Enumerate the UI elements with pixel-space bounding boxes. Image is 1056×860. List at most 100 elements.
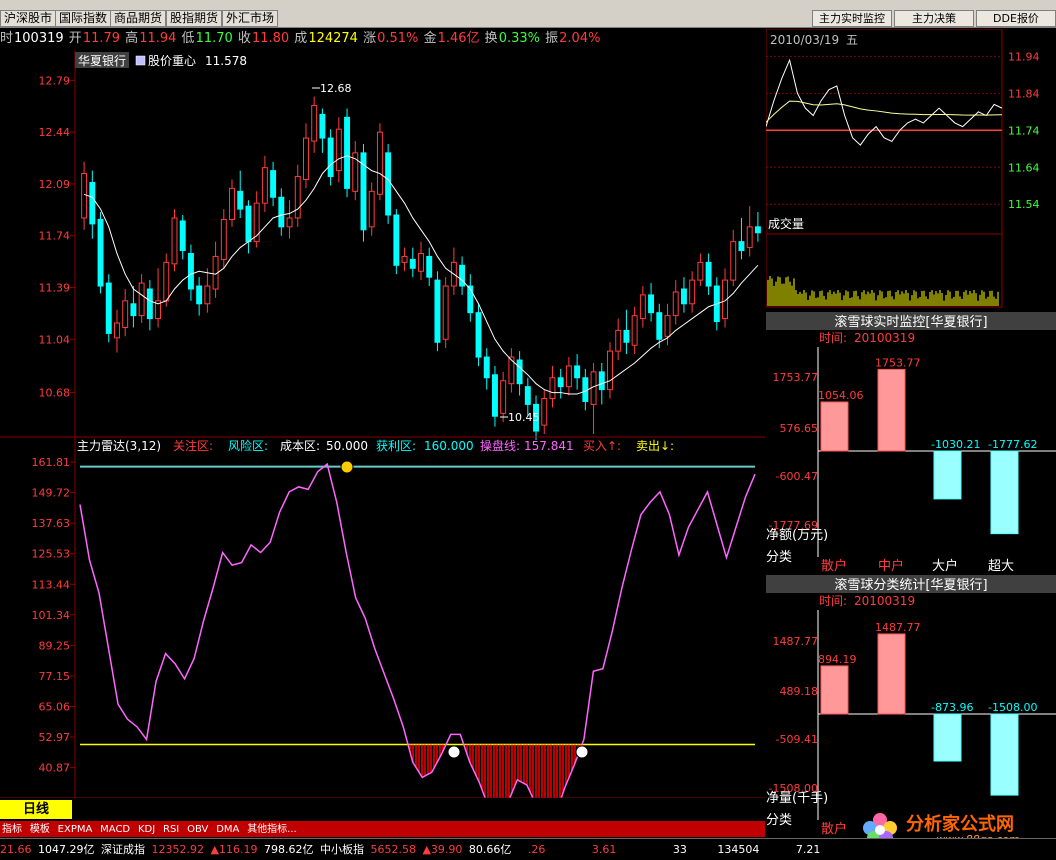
tab-commodity-futures[interactable]: 商品期货 <box>110 10 167 27</box>
change-value: 0.51% <box>377 31 419 46</box>
candle-body <box>459 264 466 287</box>
tab-intl-index[interactable]: 国际指数 <box>55 10 112 27</box>
tab-expma[interactable]: EXPMA <box>56 822 95 838</box>
tab-kdj[interactable]: KDJ <box>136 822 157 838</box>
radar-tick-label: 89.25 <box>39 639 71 652</box>
sme-index-value: 5652.58 <box>370 843 416 856</box>
bar-tick-label: 489.18 <box>780 685 819 698</box>
flow-bar-label: -873.96 <box>931 701 973 714</box>
sz-index-amount: 798.62亿 <box>263 843 314 856</box>
chart-grid <box>70 50 76 798</box>
intraday-avg-line <box>766 100 1003 123</box>
sme-index-name: 中小板指 <box>319 843 364 856</box>
tab-template[interactable]: 模板 <box>28 822 52 838</box>
high-marker-label: 12.68 <box>320 82 352 95</box>
sme-index-amount: 80.66亿 <box>468 843 512 856</box>
candle-body <box>261 167 268 204</box>
price-tick-label: 11.74 <box>39 230 71 243</box>
monitor-categories: 散户 中户 大户 超大 <box>821 558 1014 574</box>
stats-time-label: 时间: <box>819 594 847 608</box>
intraday-volume-bars <box>767 276 999 306</box>
sme-index-change: ▲39.90 <box>422 843 463 856</box>
candle-body <box>746 226 753 249</box>
indicator-tab-bar: 指标 模板 EXPMA MACD KDJ RSI OBV DMA 其他指标... <box>0 821 765 837</box>
candle-body <box>196 285 203 305</box>
intraday-grid <box>766 55 1002 235</box>
monitor-net-label: 净额(万元) <box>766 528 828 543</box>
center-gravity-icon <box>135 55 146 66</box>
radar-tick-label: 101.34 <box>32 609 71 622</box>
flow-bar <box>820 665 849 715</box>
main-chart-header: 华夏银行 股价重心 11.578 <box>75 52 247 68</box>
candle-body <box>105 282 112 334</box>
candle-body <box>557 377 564 388</box>
radar-tick-label: 137.63 <box>32 517 71 530</box>
radar-title: 主力雷达(3,12) <box>77 439 161 453</box>
status-field-1: .26 <box>527 843 546 856</box>
tab-daily[interactable]: 日线 <box>0 800 72 819</box>
price-tick-label: 12.44 <box>39 126 71 139</box>
open-value: 11.79 <box>82 31 121 46</box>
tab-dma[interactable]: DMA <box>214 822 241 838</box>
market-menu-bar: 沪深股市 国际指数 商品期货 股指期货 外汇市场 主力实时监控 主力决策 DDE… <box>0 9 1056 28</box>
amplitude-value: 2.04% <box>559 31 601 46</box>
radar-tick-label: 149.72 <box>32 487 71 500</box>
logo-text: 分析家公式网 <box>906 813 1014 835</box>
tab-obv[interactable]: OBV <box>185 822 210 838</box>
kline-chart-area[interactable]: 12.79 12.44 12.09 11.74 11.39 11.04 10.68 华夏银行… <box>0 50 765 798</box>
candle-body <box>483 356 490 379</box>
candle-body <box>565 365 572 388</box>
candle-body <box>335 128 342 172</box>
candle-body <box>229 187 235 220</box>
tab-shsz-market[interactable]: 沪深股市 <box>0 10 57 27</box>
flow-bar-label: -1777.62 <box>988 438 1037 451</box>
candle-body <box>278 196 285 228</box>
snowball-stats-panel: 滚雪球分类统计[华夏银行] 时间: 20100319 1487.77 489.18… <box>766 575 1056 837</box>
focus-zone-label: 关注区: <box>173 438 213 453</box>
candle-body <box>204 285 211 305</box>
main-force-decision-button[interactable]: 主力决策 <box>894 10 974 27</box>
tab-indicators[interactable]: 指标 <box>0 822 24 838</box>
flow-bar <box>933 713 962 762</box>
flow-bar-label: 1753.77 <box>875 356 921 369</box>
intraday-date: 2010/03/19 <box>770 33 839 47</box>
candle-body <box>401 255 408 263</box>
tab-other-indicators[interactable]: 其他指标... <box>245 822 299 838</box>
candlestick-series <box>81 96 761 440</box>
intraday-chart[interactable]: 2010/03/19 五 11.94 11.84 11.74 11.64 11.54 成… <box>766 29 1040 308</box>
candle-body <box>130 303 137 317</box>
bar-tick-label: -509.41 <box>776 733 818 746</box>
bar-tick-label: 1753.77 <box>773 371 819 384</box>
cat-mid: 中户 <box>878 558 904 574</box>
dde-quote-button[interactable]: DDE报价 <box>976 10 1056 27</box>
candle-body <box>171 217 178 265</box>
monitor-class-label: 分类 <box>766 550 792 565</box>
flow-bar-label: -1030.21 <box>931 438 980 451</box>
radar-tick-label: 52.97 <box>39 731 71 744</box>
candle-body <box>122 300 129 328</box>
status-field-2: 3.61 <box>591 843 617 856</box>
candle-body <box>89 181 96 225</box>
candle-body <box>385 152 392 216</box>
cost-zone-label: 成本区: <box>280 439 320 453</box>
tab-index-futures[interactable]: 股指期货 <box>166 10 223 27</box>
quote-bar: 时100319 开11.79 高11.94 低11.70 收11.80 成124… <box>0 29 765 49</box>
tab-rsi[interactable]: RSI <box>161 822 181 838</box>
candle-body <box>689 279 696 305</box>
candle-body <box>376 131 383 195</box>
tab-macd[interactable]: MACD <box>98 822 132 838</box>
amount-value: 1.46亿 <box>437 31 480 46</box>
candle-body <box>705 261 712 287</box>
radar-tick-label: 40.87 <box>39 762 71 775</box>
candle-body <box>163 261 170 302</box>
sell-signal-icon <box>340 460 354 474</box>
candle-body <box>516 359 523 385</box>
time-label: 时 <box>0 31 14 46</box>
main-force-monitor-button[interactable]: 主力实时监控 <box>812 10 892 27</box>
stock-name-tag[interactable]: 华夏银行 <box>78 54 126 68</box>
candle-body <box>368 190 375 228</box>
low-marker-label: 10.45 <box>508 411 540 424</box>
candle-body <box>294 176 301 219</box>
tab-forex[interactable]: 外汇市场 <box>222 10 279 27</box>
candle-body <box>648 294 655 314</box>
